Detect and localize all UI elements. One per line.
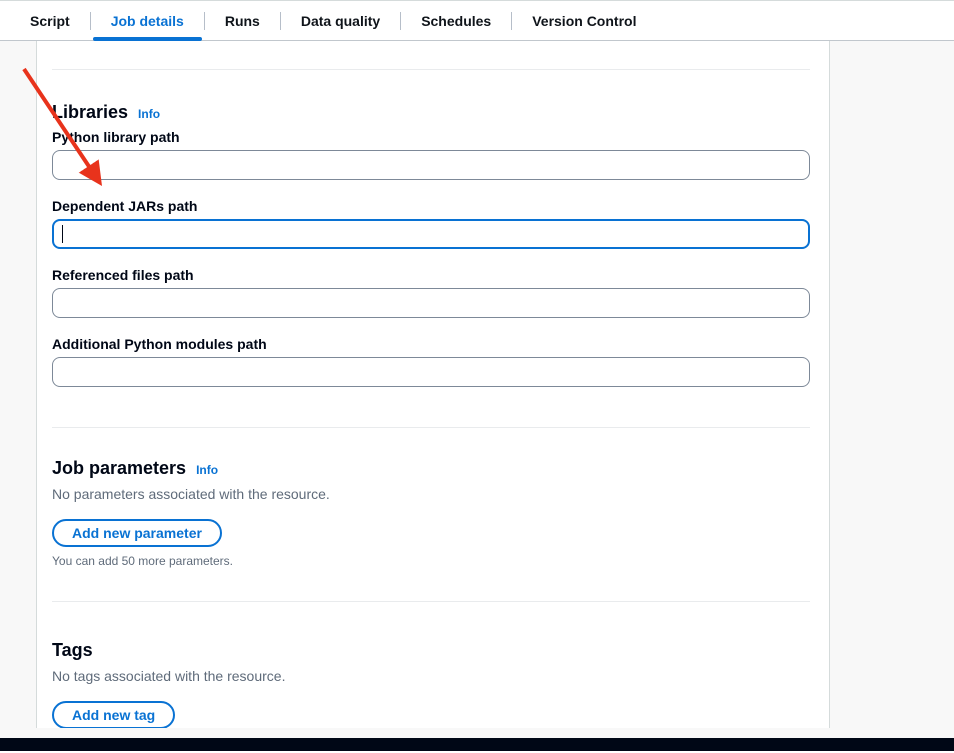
tags-empty-text: No tags associated with the resource. — [52, 667, 810, 685]
dependent-jars-path-wrap — [52, 219, 810, 249]
content-area: Libraries Info Python library path Depen… — [0, 41, 954, 738]
python-library-path-wrap — [52, 150, 810, 180]
tab-data-quality-label: Data quality — [301, 13, 380, 29]
referenced-files-path-label: Referenced files path — [52, 266, 810, 284]
tab-bar: Script Job details Runs Data quality Sch… — [0, 0, 954, 41]
section-divider — [52, 69, 810, 70]
job-parameters-title: Job parameters — [52, 458, 186, 479]
job-parameters-empty-text: No parameters associated with the resour… — [52, 485, 810, 503]
tab-job-details-label: Job details — [111, 13, 184, 29]
tab-runs[interactable]: Runs — [205, 1, 280, 40]
job-details-panel: Libraries Info Python library path Depen… — [36, 41, 830, 728]
job-parameters-info-link[interactable]: Info — [196, 463, 218, 477]
tab-data-quality[interactable]: Data quality — [281, 1, 400, 40]
libraries-info-link[interactable]: Info — [138, 107, 160, 121]
tab-schedules-label: Schedules — [421, 13, 491, 29]
tab-script-label: Script — [30, 13, 70, 29]
additional-python-modules-path-input[interactable] — [52, 357, 810, 387]
libraries-title: Libraries — [52, 102, 128, 123]
add-new-parameter-button[interactable]: Add new parameter — [52, 519, 222, 547]
job-parameters-helper-text: You can add 50 more parameters. — [52, 554, 810, 568]
bottom-bar — [0, 738, 954, 751]
dependent-jars-path-input[interactable] — [52, 219, 810, 249]
section-divider — [52, 601, 810, 602]
text-cursor — [62, 225, 63, 243]
add-new-tag-button[interactable]: Add new tag — [52, 701, 175, 728]
tab-runs-label: Runs — [225, 13, 260, 29]
tab-schedules[interactable]: Schedules — [401, 1, 511, 40]
additional-python-modules-path-wrap — [52, 357, 810, 387]
tab-version-control-label: Version Control — [532, 13, 636, 29]
python-library-path-input[interactable] — [52, 150, 810, 180]
python-library-path-label: Python library path — [52, 128, 810, 146]
tags-section-heading: Tags — [52, 640, 810, 661]
tab-version-control[interactable]: Version Control — [512, 1, 656, 40]
tab-job-details[interactable]: Job details — [91, 1, 204, 40]
dependent-jars-path-label: Dependent JARs path — [52, 197, 810, 215]
referenced-files-path-input[interactable] — [52, 288, 810, 318]
libraries-section-heading: Libraries Info — [52, 102, 810, 123]
section-divider — [52, 427, 810, 428]
job-parameters-section-heading: Job parameters Info — [52, 458, 810, 479]
referenced-files-path-wrap — [52, 288, 810, 318]
tags-title: Tags — [52, 640, 93, 661]
tab-script[interactable]: Script — [10, 1, 90, 40]
additional-python-modules-path-label: Additional Python modules path — [52, 335, 810, 353]
